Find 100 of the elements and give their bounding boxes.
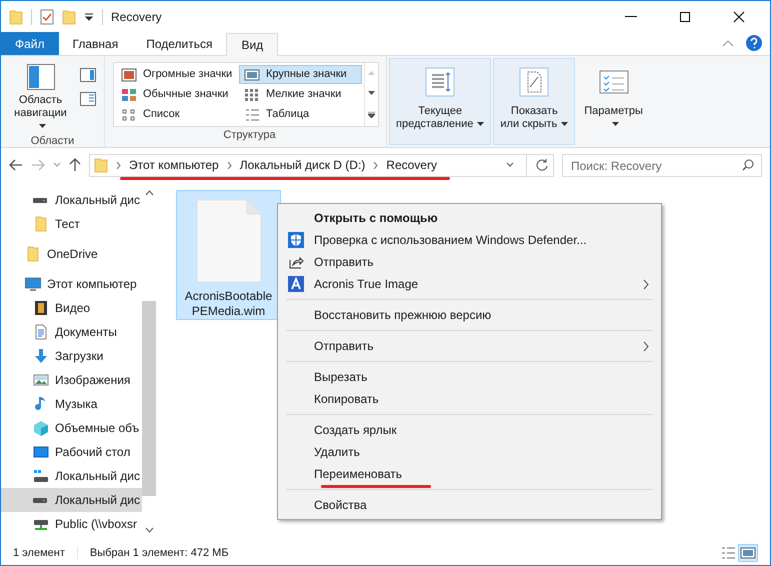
- ribbon-tab[interactable]: Главная: [58, 32, 132, 55]
- shield-icon: [288, 232, 304, 248]
- scrollbar-thumb[interactable]: [142, 301, 156, 496]
- layout-option[interactable]: Огромные значки: [116, 65, 239, 84]
- ribbon-tab[interactable]: Вид: [226, 33, 278, 56]
- layout-option[interactable]: Обычные значки: [116, 85, 239, 104]
- desktop-icon: [33, 444, 49, 460]
- sidebar-item[interactable]: Видео: [1, 296, 142, 320]
- page-icon: [519, 67, 550, 97]
- menu-item[interactable]: Восстановить прежнюю версию: [278, 304, 661, 326]
- refresh-icon[interactable]: [535, 158, 549, 172]
- breadcrumb-chevron-icon[interactable]: [226, 162, 232, 168]
- sidebar-item[interactable]: Документы: [1, 320, 142, 344]
- menu-item[interactable]: Вырезать: [278, 366, 661, 388]
- caret-icon: [561, 122, 568, 126]
- layout-option[interactable]: Мелкие значки: [239, 85, 362, 104]
- layout-option[interactable]: Таблица: [239, 105, 362, 124]
- image-icon: [740, 546, 756, 560]
- table-sort-icon: [425, 67, 456, 97]
- sidebar-item[interactable]: Рабочий стол: [1, 440, 142, 464]
- navigation-pane-button[interactable]: Область навигации: [9, 64, 72, 133]
- up-icon[interactable]: [69, 158, 81, 172]
- scroll-down-icon[interactable]: [368, 91, 375, 96]
- file-name: AcronisBootable PEMedia.wim: [184, 289, 272, 319]
- large-icons-view-button[interactable]: [738, 544, 758, 562]
- chevron-up-icon[interactable]: [722, 39, 734, 47]
- sidebar-item[interactable]: Этот компьютер: [1, 272, 142, 296]
- sidebar-item[interactable]: Локальный дис: [1, 188, 142, 212]
- drive-icon: [33, 468, 49, 484]
- caret-icon: [612, 122, 620, 126]
- ribbon-button[interactable]: Показать или скрыть: [493, 58, 576, 145]
- dropdown-icon[interactable]: [84, 12, 94, 20]
- menu-item[interactable]: Переименовать: [278, 463, 661, 485]
- window-title: Recovery: [111, 8, 162, 26]
- scroll-down-icon[interactable]: [144, 527, 154, 533]
- search-icon: [742, 158, 754, 170]
- file-icon: [196, 199, 262, 283]
- chevron-down-icon[interactable]: [53, 162, 61, 168]
- folder-icon: [94, 157, 108, 173]
- caret-icon: [477, 122, 484, 126]
- breadcrumb-chevron-icon[interactable]: [373, 162, 378, 168]
- checkmark-document-icon[interactable]: [40, 8, 54, 24]
- scroll-up-icon[interactable]: [144, 190, 154, 196]
- breadcrumb[interactable]: Локальный диск D (D:): [240, 156, 366, 174]
- ribbon-button[interactable]: Параметры: [577, 58, 650, 145]
- details-pane-icon[interactable]: [80, 92, 96, 106]
- expand-icon[interactable]: [368, 112, 375, 118]
- menu-item[interactable]: Удалить: [278, 441, 661, 463]
- menu-item[interactable]: Отправить: [278, 251, 661, 273]
- details-icon: [244, 108, 260, 122]
- menu-item[interactable]: Копировать: [278, 388, 661, 410]
- menu-item[interactable]: Открыть с помощью: [278, 207, 661, 229]
- dropdown-icon[interactable]: [506, 162, 514, 168]
- preview-pane-icon[interactable]: [80, 68, 96, 82]
- ribbon-tab[interactable]: Файл: [1, 32, 59, 55]
- sidebar-item[interactable]: Загрузки: [1, 344, 142, 368]
- sidebar-item[interactable]: Изображения: [1, 368, 142, 392]
- breadcrumb[interactable]: Этот компьютер: [129, 156, 219, 174]
- menu-item[interactable]: Проверка с использованием Windows Defender...: [278, 229, 661, 251]
- folder-icon: [9, 8, 23, 24]
- sidebar-item[interactable]: Public (\\vboxsr: [1, 512, 142, 536]
- share-icon: [288, 254, 304, 270]
- sidebar-item[interactable]: Локальный дис: [1, 464, 142, 488]
- sidebar-item[interactable]: OneDrive: [1, 242, 142, 266]
- pane-layout-icon: [26, 64, 54, 90]
- drive-icon: [33, 498, 47, 502]
- menu-item[interactable]: Создать ярлык: [278, 419, 661, 441]
- back-icon[interactable]: [9, 159, 23, 171]
- layout-option[interactable]: Крупные значки: [239, 65, 362, 84]
- breadcrumb[interactable]: Recovery: [386, 156, 437, 174]
- menu-item[interactable]: Acronis True Image: [278, 273, 661, 295]
- menu-item[interactable]: Свойства: [278, 494, 661, 516]
- selection-info: Выбран 1 элемент: 472 МБ: [90, 546, 229, 561]
- group-label: Структура: [222, 128, 277, 143]
- film-icon: [33, 300, 49, 316]
- item-count: 1 элемент: [13, 546, 65, 561]
- folder-icon: [62, 8, 76, 24]
- chevron-right-icon: [643, 340, 649, 352]
- layout-option[interactable]: Список: [116, 105, 239, 124]
- sidebar-item[interactable]: Объемные объ: [1, 416, 142, 440]
- letter-a-icon: [288, 276, 304, 292]
- drive-icon: [33, 198, 47, 202]
- large-image-icon: [121, 68, 137, 82]
- search-field[interactable]: Поиск: Recovery: [562, 154, 762, 177]
- cube-icon: [33, 420, 49, 436]
- folder-icon: [33, 216, 49, 232]
- document-icon: [33, 324, 49, 340]
- file-item[interactable]: AcronisBootable PEMedia.wim: [176, 190, 281, 320]
- help-icon[interactable]: [746, 35, 762, 51]
- sidebar-item[interactable]: Музыка: [1, 392, 142, 416]
- breadcrumb-chevron-icon[interactable]: [116, 162, 121, 168]
- details-icon: [720, 546, 736, 560]
- ribbon-tab[interactable]: Поделиться: [132, 32, 226, 55]
- folder-icon: [25, 246, 41, 262]
- menu-item[interactable]: Отправить: [278, 335, 661, 357]
- small-grid-icon: [244, 88, 260, 102]
- sidebar-item[interactable]: Локальный дис: [1, 488, 142, 512]
- grid-icon: [121, 88, 137, 102]
- ribbon-button[interactable]: Текущее представление: [389, 58, 492, 145]
- sidebar-item[interactable]: Тест: [1, 212, 142, 236]
